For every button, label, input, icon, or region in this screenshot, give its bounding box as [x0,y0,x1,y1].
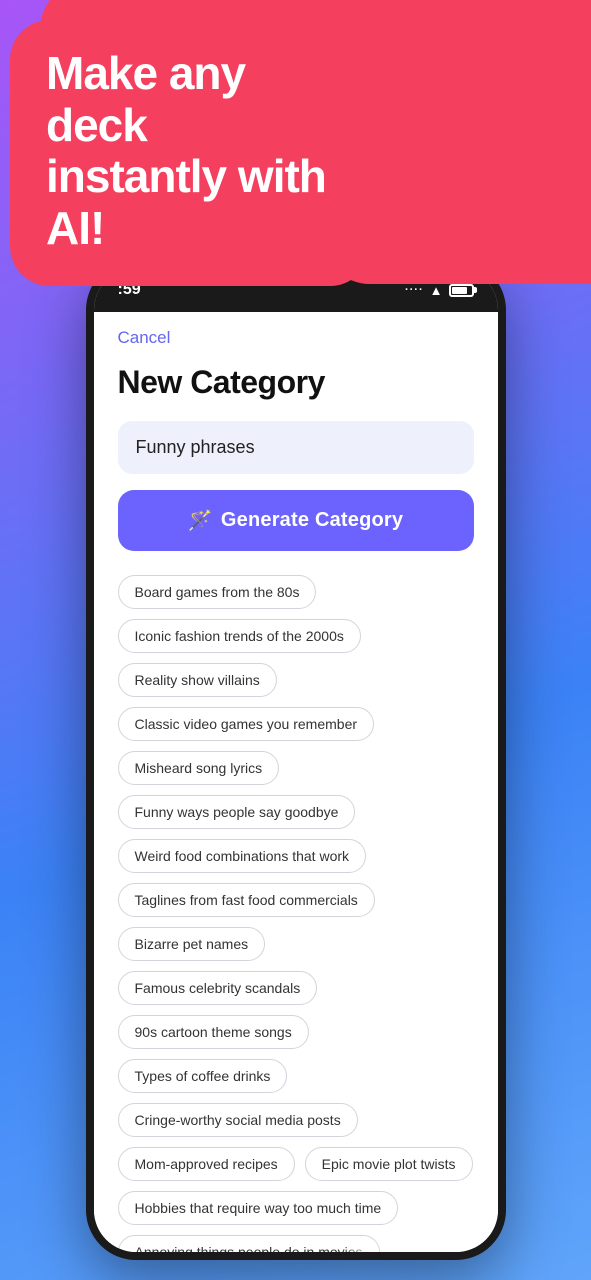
suggestion-chip[interactable]: Cringe-worthy social media posts [118,1103,358,1137]
suggestion-chip[interactable]: Bizarre pet names [118,927,266,961]
promo-cloud: Make any deck instantly with AI! [10,20,370,286]
suggestion-chip[interactable]: Classic video games you remember [118,707,375,741]
battery-icon [449,284,474,297]
suggestion-chip[interactable]: 90s cartoon theme songs [118,1015,309,1049]
phone-frame: :59 ···· ▲ Cancel New Category 🪄 Generat… [86,260,506,1260]
suggestion-chip[interactable]: Weird food combinations that work [118,839,367,873]
suggestion-chip[interactable]: Misheard song lyrics [118,751,280,785]
suggestion-chip[interactable]: Funny ways people say goodbye [118,795,356,829]
generate-label: Generate Category [221,509,403,532]
suggestion-chip[interactable]: Reality show villains [118,663,277,697]
page-title: New Category [118,364,474,401]
suggestion-chip[interactable]: Hobbies that require way too much time [118,1191,399,1225]
suggestion-chip[interactable]: Mom-approved recipes [118,1147,295,1181]
signal-icon: ···· [405,284,424,296]
generate-button[interactable]: 🪄 Generate Category [118,490,474,551]
suggestion-chip[interactable]: Annoying things people do in movies [118,1235,380,1252]
suggestion-chip[interactable]: Types of coffee drinks [118,1059,288,1093]
wifi-icon: ▲ [430,283,443,298]
phone-content: Cancel New Category 🪄 Generate Category … [94,312,498,1252]
suggestion-chip[interactable]: Board games from the 80s [118,575,317,609]
status-icons: ···· ▲ [405,283,474,298]
suggestions-container: Board games from the 80s Iconic fashion t… [118,575,474,1252]
category-input[interactable] [118,421,474,474]
suggestion-chip[interactable]: Famous celebrity scandals [118,971,318,1005]
promo-text: Make any deck instantly with AI! [46,48,334,254]
suggestion-chip[interactable]: Taglines from fast food commercials [118,883,375,917]
suggestion-chip[interactable]: Epic movie plot twists [305,1147,473,1181]
suggestion-chip[interactable]: Iconic fashion trends of the 2000s [118,619,361,653]
cancel-button[interactable]: Cancel [118,328,171,348]
generate-icon: 🪄 [188,508,213,533]
